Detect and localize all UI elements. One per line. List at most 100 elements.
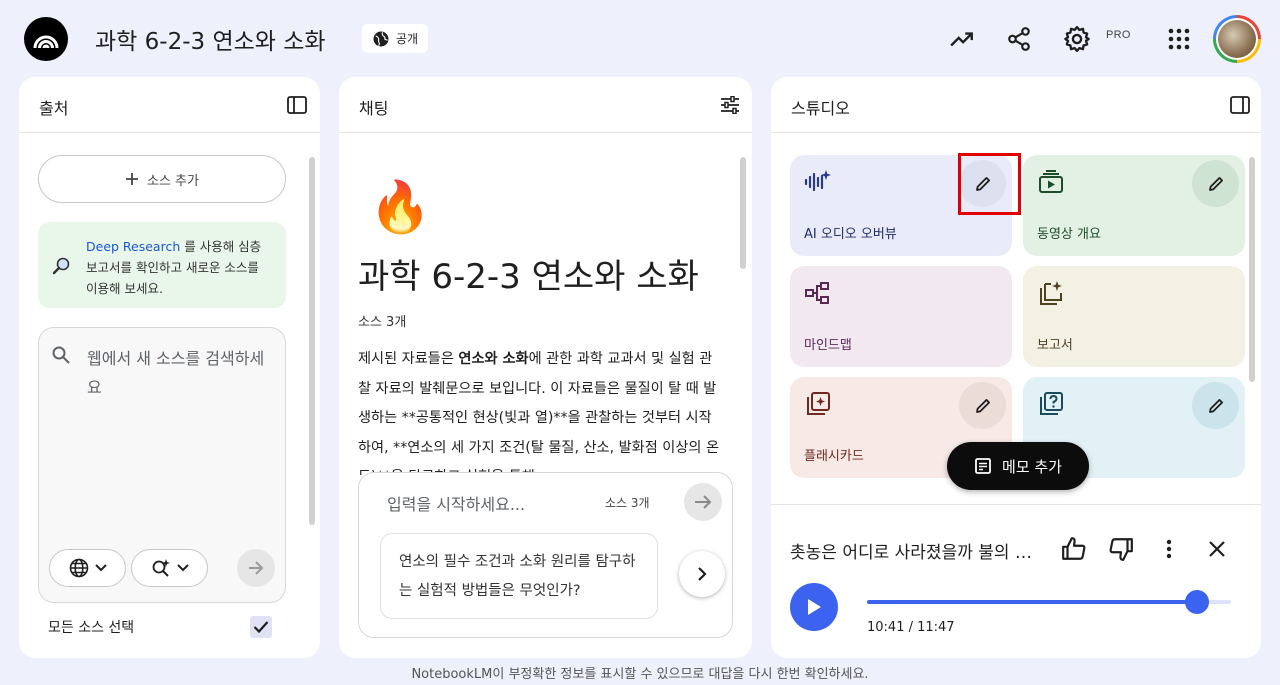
- edit-button[interactable]: [1192, 382, 1239, 429]
- web-search-input[interactable]: 웹에서 새 소스를 검색하세요: [87, 344, 267, 402]
- report-icon: [1037, 280, 1065, 306]
- chevron-down-icon: [176, 564, 189, 572]
- add-note-label: 메모 추가: [1002, 457, 1062, 476]
- notebook-summary: 제시된 자료들은 연소와 소화에 관한 과학 교과서 및 실험 관찰 자료의 발…: [358, 345, 720, 475]
- tile-label: 마인드맵: [804, 338, 852, 353]
- video-overview-icon: [1037, 169, 1065, 195]
- chevron-right-icon: [697, 566, 707, 582]
- pro-badge: PRO: [1106, 29, 1131, 41]
- plus-icon: [125, 172, 139, 186]
- chat-title: 채팅: [359, 99, 389, 118]
- chat-header: 채팅: [339, 77, 752, 133]
- arrow-right-icon: [247, 559, 265, 577]
- next-suggestion-button[interactable]: [679, 551, 725, 597]
- thumbs-down-icon[interactable]: [1104, 532, 1138, 566]
- deep-research-promo: Deep Research 를 사용해 심층 보고서를 확인하고 새로운 소스를…: [38, 222, 286, 308]
- web-search-box: 웹에서 새 소스를 검색하세요: [38, 327, 286, 603]
- collapse-panel-icon[interactable]: [287, 96, 307, 114]
- studio-title: 스튜디오: [791, 99, 850, 118]
- flashcard-icon: [804, 391, 832, 417]
- play-icon: [806, 598, 822, 616]
- source-count: 소스 3개: [358, 315, 407, 330]
- visibility-chip[interactable]: 공개: [362, 24, 429, 53]
- notebook-emoji: 🔥: [369, 178, 432, 236]
- more-vert-icon[interactable]: [1152, 532, 1186, 566]
- notebooklm-logo-icon[interactable]: [24, 17, 68, 61]
- chat-scrollbar[interactable]: [740, 157, 746, 269]
- edit-button[interactable]: [959, 382, 1006, 429]
- tile-label: 플래시카드: [804, 449, 864, 464]
- divider: [771, 504, 1261, 505]
- suggested-question[interactable]: 연소의 필수 조건과 소화 원리를 탐구하는 실험적 방법들은 무엇인가?: [380, 533, 658, 619]
- notebook-title[interactable]: 과학 6-2-3 연소와 소화: [95, 22, 326, 56]
- summary-text: 제시된 자료들은: [358, 351, 459, 367]
- tune-icon[interactable]: [720, 96, 740, 114]
- quiz-icon: [1037, 391, 1065, 417]
- thumbs-up-icon[interactable]: [1057, 532, 1091, 566]
- audio-waveform-icon: [804, 169, 832, 195]
- globe-icon: [69, 558, 89, 578]
- sources-header: 출처: [19, 77, 320, 133]
- checkmark-icon: [253, 620, 269, 634]
- web-source-dropdown[interactable]: [49, 549, 126, 587]
- tile-label: AI 오디오 오버뷰: [804, 227, 897, 242]
- sources-panel: 출처 소스 추가 Deep Research 를 사용해 심층 보고서를 확인하…: [19, 77, 320, 658]
- chat-input[interactable]: 입력을 시작하세요...: [387, 491, 525, 515]
- deep-research-link[interactable]: Deep Research: [86, 239, 180, 254]
- studio-scrollbar[interactable]: [1249, 157, 1255, 382]
- send-button[interactable]: [684, 483, 722, 521]
- tile-mind-map[interactable]: 마인드맵: [790, 266, 1012, 367]
- chat-panel: 채팅 🔥 과학 6-2-3 연소와 소화 소스 3개 제시된 자료들은 연소와 …: [339, 77, 752, 658]
- globe-icon: [372, 30, 390, 48]
- footer-disclaimer: NotebookLM이 부정확한 정보를 표시할 수 있으므로 대답을 다시 한…: [411, 667, 869, 682]
- deep-research-text: Deep Research 를 사용해 심층 보고서를 확인하고 새로운 소스를…: [86, 236, 272, 299]
- research-mode-dropdown[interactable]: [131, 549, 208, 587]
- tile-video-overview[interactable]: 동영상 개요: [1023, 155, 1245, 256]
- audio-player-title: 촛농은 어디로 사라졌을까 불의 비밀: [790, 543, 1042, 563]
- summary-bold-text: 연소와 소화: [458, 351, 529, 367]
- sources-title: 출처: [39, 99, 69, 118]
- chat-input-box: 입력을 시작하세요... 소스 3개 연소의 필수 조건과 소화 원리를 탐구하…: [358, 472, 733, 638]
- magnifier-icon: [52, 256, 72, 276]
- studio-panel: 스튜디오 AI 오디오 오버뷰 동영상 개요 마인드맵 보고서 플래시카드 메모…: [771, 77, 1261, 658]
- annotation-highlight-box: [958, 153, 1021, 215]
- share-icon[interactable]: [1004, 24, 1034, 54]
- submit-search-button[interactable]: [237, 549, 275, 587]
- select-all-label: 모든 소스 선택: [48, 620, 135, 636]
- select-all-checkbox[interactable]: [250, 616, 272, 638]
- user-avatar[interactable]: [1213, 15, 1261, 63]
- pencil-icon: [974, 397, 992, 415]
- app-header: 과학 6-2-3 연소와 소화 공개 PRO: [0, 0, 1280, 76]
- settings-icon[interactable]: [1062, 24, 1092, 54]
- summary-text: 에 관한 과학 교과서 및 실험 관찰 자료의 발췌문으로 보입니다. 이 자료…: [358, 351, 719, 475]
- audio-progress-bar[interactable]: [867, 590, 1231, 614]
- search-icon: [51, 345, 71, 365]
- chat-source-count: 소스 3개: [605, 496, 650, 510]
- note-icon: [974, 457, 992, 475]
- add-note-button[interactable]: 메모 추가: [947, 442, 1089, 490]
- audio-time: 10:41 / 11:47: [867, 620, 955, 635]
- close-icon[interactable]: [1200, 532, 1234, 566]
- add-source-button[interactable]: 소스 추가: [38, 155, 286, 203]
- pencil-icon: [1207, 175, 1225, 193]
- search-sparkle-icon: [151, 558, 171, 578]
- tile-report[interactable]: 보고서: [1023, 266, 1245, 367]
- collapse-panel-icon[interactable]: [1230, 96, 1250, 114]
- play-button[interactable]: [790, 583, 838, 631]
- mind-map-icon: [804, 280, 832, 306]
- arrow-right-icon: [693, 493, 713, 511]
- chevron-down-icon: [94, 564, 107, 572]
- tile-label: 보고서: [1037, 338, 1073, 353]
- add-source-label: 소스 추가: [147, 173, 199, 189]
- audio-progress-fill: [867, 600, 1198, 604]
- chat-notebook-title: 과학 6-2-3 연소와 소화: [358, 257, 699, 297]
- avatar-photo: [1218, 20, 1256, 58]
- analytics-icon[interactable]: [947, 24, 977, 54]
- tile-label: 동영상 개요: [1037, 227, 1101, 242]
- pencil-icon: [1207, 397, 1225, 415]
- visibility-label: 공개: [396, 32, 419, 46]
- audio-progress-thumb[interactable]: [1185, 590, 1210, 614]
- apps-grid-icon[interactable]: [1164, 24, 1194, 54]
- sources-scrollbar[interactable]: [309, 157, 315, 525]
- edit-button[interactable]: [1192, 160, 1239, 207]
